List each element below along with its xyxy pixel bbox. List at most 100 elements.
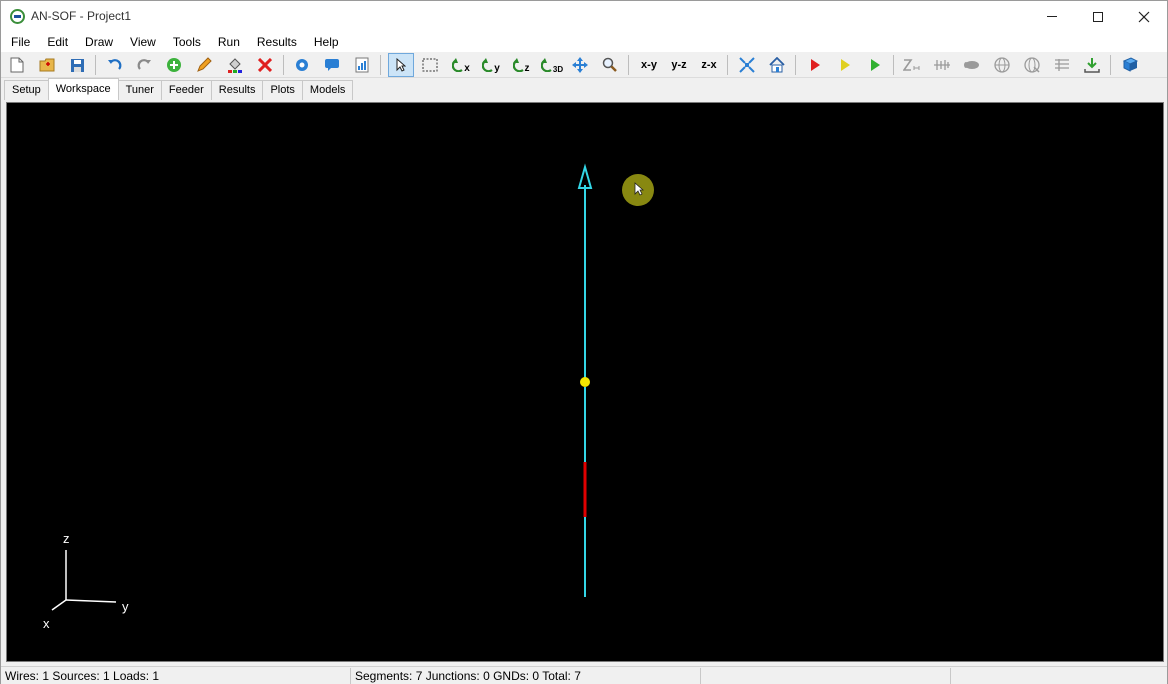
axis-x-line <box>51 599 67 611</box>
play-yellow-icon <box>841 59 850 71</box>
new-file-button[interactable] <box>6 54 28 76</box>
status-wires-sources-loads: Wires: 1 Sources: 1 Loads: 1 <box>1 668 351 684</box>
near-field-button[interactable] <box>1021 54 1043 76</box>
rotate-x-label: x <box>464 62 470 74</box>
axis-x-label: x <box>43 616 50 631</box>
delete-button[interactable] <box>254 54 276 76</box>
pattern-2d-button[interactable] <box>961 54 983 76</box>
maximize-icon <box>1093 11 1103 22</box>
box-select-button[interactable] <box>419 54 441 76</box>
open-file-button[interactable] <box>36 54 58 76</box>
maximize-button[interactable] <box>1075 1 1121 32</box>
rotate-3d-button[interactable]: 3D <box>539 54 565 76</box>
play-green-icon <box>871 59 880 71</box>
toolbar-separator <box>893 55 894 75</box>
rotate-arrow-icon <box>482 58 493 72</box>
source-marker[interactable] <box>580 377 590 387</box>
export-button[interactable] <box>1081 54 1103 76</box>
axis-z-label: z <box>63 531 70 546</box>
home-view-button[interactable] <box>766 54 788 76</box>
rotate-arrow-icon <box>540 58 552 72</box>
delete-icon <box>258 58 272 72</box>
toolbar-separator <box>95 55 96 75</box>
view-zx-label: z-x <box>701 59 717 71</box>
undo-button[interactable] <box>103 54 125 76</box>
tab-tuner[interactable]: Tuner <box>117 80 162 100</box>
close-icon <box>1138 11 1150 22</box>
message-icon <box>325 59 339 71</box>
redo-icon <box>137 58 151 70</box>
tab-results[interactable]: Results <box>210 80 264 100</box>
current-distribution-button[interactable] <box>931 54 953 76</box>
report-button[interactable] <box>351 54 373 76</box>
menu-view[interactable]: View <box>121 35 164 49</box>
app-logo-icon <box>10 9 25 24</box>
tab-feeder[interactable]: Feeder <box>160 80 212 100</box>
message-button[interactable] <box>321 54 343 76</box>
play-red-icon <box>811 59 820 71</box>
move-arrows-icon <box>572 57 588 73</box>
view-yz-button[interactable]: y-z <box>667 54 691 76</box>
book-icon <box>1122 57 1138 72</box>
tab-plots[interactable]: Plots <box>262 80 303 100</box>
open-folder-icon <box>39 58 55 72</box>
undo-icon <box>107 58 121 70</box>
save-button[interactable] <box>66 54 88 76</box>
close-button[interactable] <box>1121 1 1167 32</box>
wire-drawing <box>51 163 593 611</box>
paint-button[interactable] <box>224 54 246 76</box>
magnifier-icon <box>602 57 617 72</box>
fit-view-button[interactable] <box>736 54 758 76</box>
settings-button[interactable] <box>291 54 313 76</box>
workspace-canvas[interactable]: z y x <box>6 102 1164 662</box>
table-results-button[interactable] <box>1051 54 1073 76</box>
toolbar: x y z 3D x-y y-z z-x <box>1 52 1167 78</box>
rotate-y-label: y <box>494 62 500 74</box>
tab-workspace[interactable]: Workspace <box>47 78 119 100</box>
menu-bar: File Edit Draw View Tools Run Results He… <box>1 32 1167 52</box>
menu-results[interactable]: Results <box>248 35 305 49</box>
rotate-z-button[interactable]: z <box>509 54 533 76</box>
pan-button[interactable] <box>569 54 591 76</box>
redo-button[interactable] <box>133 54 155 76</box>
table-icon <box>1055 59 1069 71</box>
rotate-arrow-icon <box>512 58 524 72</box>
menu-tools[interactable]: Tools <box>164 35 209 49</box>
menu-edit[interactable]: Edit <box>38 35 76 49</box>
edit-button[interactable] <box>193 54 215 76</box>
add-wire-button[interactable] <box>163 54 185 76</box>
menu-draw[interactable]: Draw <box>76 35 121 49</box>
current-icon <box>934 60 950 70</box>
impedance-button[interactable] <box>901 54 923 76</box>
axis-y-label: y <box>122 599 129 614</box>
tab-setup[interactable]: Setup <box>4 80 49 100</box>
status-bar: Wires: 1 Sources: 1 Loads: 1 Segments: 7… <box>1 666 1167 684</box>
rotate-y-button[interactable]: y <box>479 54 503 76</box>
view-xy-button[interactable]: x-y <box>637 54 661 76</box>
pattern-3d-button[interactable] <box>991 54 1013 76</box>
rotate-x-button[interactable]: x <box>449 54 473 76</box>
mouse-pointer-icon <box>634 182 644 196</box>
tab-models[interactable]: Models <box>301 80 354 100</box>
globe-field-icon <box>1024 57 1040 73</box>
menu-help[interactable]: Help <box>305 35 347 49</box>
zoom-button[interactable] <box>599 54 621 76</box>
status-empty-cell <box>701 668 951 684</box>
pointer-icon <box>396 58 406 72</box>
app-window: AN-SOF - Project1 File Edit Draw View To… <box>0 0 1168 684</box>
selection-box-icon <box>422 58 438 72</box>
select-tool-button[interactable] <box>388 53 414 77</box>
minimize-button[interactable] <box>1029 1 1075 32</box>
run-far-field-button[interactable] <box>864 54 886 76</box>
toolbar-separator <box>380 55 381 75</box>
run-currents-button[interactable] <box>834 54 856 76</box>
run-button[interactable] <box>804 54 826 76</box>
view-zx-button[interactable]: z-x <box>697 54 721 76</box>
view-yz-label: y-z <box>671 59 687 71</box>
pattern-icon <box>964 61 979 69</box>
menu-file[interactable]: File <box>1 35 38 49</box>
title-bar: AN-SOF - Project1 <box>1 1 1167 32</box>
save-icon <box>70 58 84 72</box>
menu-run[interactable]: Run <box>209 35 248 49</box>
help-manual-button[interactable] <box>1119 54 1141 76</box>
